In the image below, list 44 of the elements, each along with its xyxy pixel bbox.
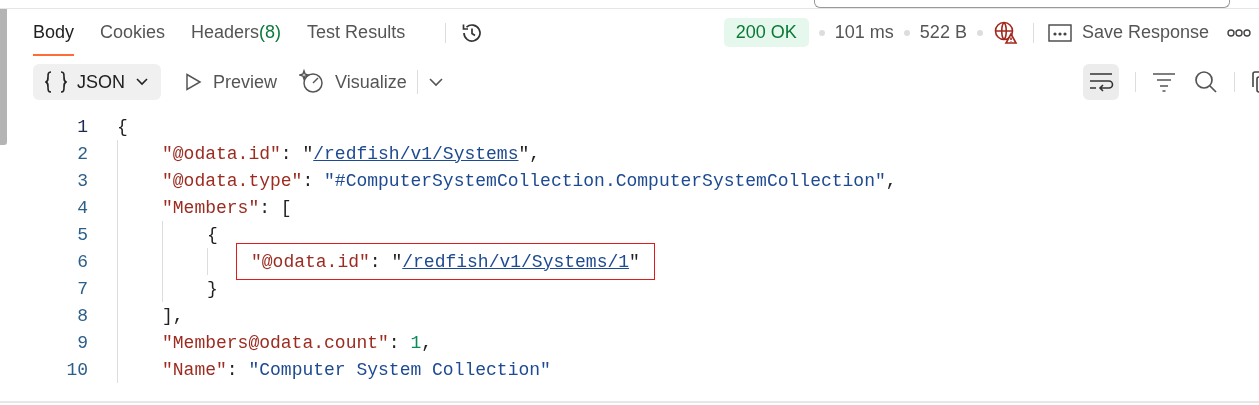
code-line: "@odata.id": "/redfish/v1/Systems", bbox=[162, 142, 541, 166]
status-badge: 200 OK bbox=[723, 18, 809, 47]
globe-warning-icon[interactable] bbox=[992, 19, 1019, 46]
response-size: 522 B bbox=[919, 22, 967, 43]
save-response-button[interactable]: Save Response bbox=[1047, 22, 1217, 43]
code-line: { bbox=[207, 223, 218, 247]
sparkle-gauge-icon bbox=[299, 69, 326, 95]
line-number: 10 bbox=[65, 359, 88, 380]
highlighted-code-line: "@odata.id": "/redfish/v1/Systems/1" bbox=[237, 244, 654, 279]
line-number: 2 bbox=[76, 143, 88, 164]
header-count: (8) bbox=[259, 22, 282, 42]
scrollbar-thumb[interactable] bbox=[0, 9, 7, 145]
wrap-lines-icon bbox=[1088, 71, 1114, 93]
code-line: } bbox=[207, 277, 218, 301]
code-line: ], bbox=[162, 304, 184, 328]
chevron-down-icon[interactable] bbox=[427, 77, 444, 87]
more-icon[interactable] bbox=[1227, 27, 1251, 38]
response-tab[interactable]: Body bbox=[33, 9, 75, 56]
search-icon[interactable] bbox=[1194, 70, 1218, 94]
code-line: "Members@odata.count": 1, bbox=[162, 331, 433, 355]
format-dropdown[interactable]: JSON bbox=[33, 64, 161, 100]
play-icon bbox=[183, 72, 203, 92]
line-number: 4 bbox=[76, 197, 88, 218]
line-number: 6 bbox=[76, 251, 88, 272]
view-button[interactable]: Preview bbox=[183, 71, 278, 93]
view-button[interactable]: Visualize bbox=[299, 69, 407, 95]
line-number: 9 bbox=[76, 332, 88, 353]
line-number: 3 bbox=[76, 170, 88, 191]
response-tab[interactable]: Cookies bbox=[100, 9, 166, 56]
line-number: 7 bbox=[76, 278, 88, 299]
line-number: 5 bbox=[76, 224, 88, 245]
braces-icon bbox=[45, 70, 67, 94]
response-time: 101 ms bbox=[834, 22, 894, 43]
code-line: "@odata.type": "#ComputerSystemCollection.ComputerSystemCollection", bbox=[162, 169, 897, 193]
wrap-lines-button[interactable] bbox=[1083, 64, 1119, 100]
chevron-down-icon bbox=[135, 77, 149, 87]
line-number: 1 bbox=[76, 116, 88, 137]
response-tab[interactable]: Test Results bbox=[307, 9, 406, 56]
code-line: { bbox=[117, 115, 128, 139]
filter-icon[interactable] bbox=[1152, 71, 1176, 93]
response-tab[interactable]: Headers(8) bbox=[191, 9, 282, 56]
line-number: 8 bbox=[76, 305, 88, 326]
code-line: "Name": "Computer System Collection" bbox=[162, 358, 551, 382]
code-line: "Members": [ bbox=[162, 196, 292, 220]
